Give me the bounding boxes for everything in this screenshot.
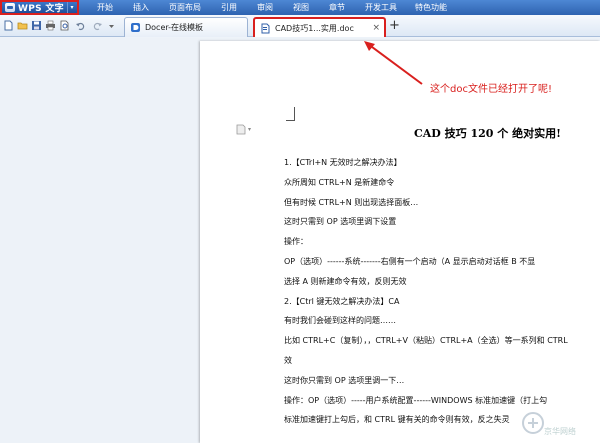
tab-docer-label: Docer-在线模板: [145, 23, 204, 32]
document-line: 2.【Ctrl 键无效之解决办法】CA: [284, 296, 400, 306]
annotation-text: 这个doc文件已经打开了呢!: [430, 84, 552, 95]
watermark-text: 京华网络: [544, 427, 576, 436]
wps-doc-icon: [261, 23, 270, 33]
docer-icon: [131, 23, 140, 32]
undo-icon[interactable]: [75, 20, 86, 31]
new-document-icon[interactable]: [3, 20, 14, 31]
document-page[interactable]: ▾ CAD 技巧 120 个 绝对实用! 1.【CTrl+N 无效时之解决办法】…: [200, 41, 600, 443]
save-icon[interactable]: [31, 20, 42, 31]
document-line: 1.【CTrl+N 无效时之解决办法】: [284, 158, 402, 167]
open-folder-icon[interactable]: [17, 20, 28, 31]
menu-item-home[interactable]: 开始: [97, 2, 113, 13]
menu-item-page-layout[interactable]: 页面布局: [169, 2, 201, 13]
print-preview-icon[interactable]: [59, 20, 70, 31]
document-body: 1.【CTrl+N 无效时之解决办法】 众所周知 CTRL+N 是新建命令 但有…: [284, 157, 600, 434]
paragraph-options-icon[interactable]: ▾: [236, 123, 252, 135]
document-line: 但有时候 CTRL+N 则出现选择面板…: [284, 197, 419, 207]
close-icon[interactable]: ×: [372, 23, 380, 33]
document-line: OP（选项）------系统-------右侧有一个启动（A 显示启动对话框 B…: [284, 256, 536, 266]
tab-document-label: CAD技巧1...实用.doc: [275, 23, 354, 33]
document-line: 众所周知 CTRL+N 是新建命令: [284, 177, 395, 187]
menu-items: 开始 插入 页面布局 引用 审阅 视图 章节 开发工具 特色功能: [86, 2, 447, 13]
paragraph-options-caret: ▾: [248, 125, 252, 133]
document-line: 这时你只需到 OP 选项里调一下…: [284, 375, 405, 385]
document-title: CAD 技巧 120 个 绝对实用!: [414, 127, 561, 140]
tab-docer[interactable]: Docer-在线模板: [124, 17, 248, 37]
app-menu-dropdown-icon[interactable]: ▾: [67, 2, 76, 13]
app-title: WPS 文字: [18, 4, 64, 14]
redo-icon[interactable]: [92, 20, 103, 31]
add-tab-icon[interactable]: +: [389, 18, 400, 33]
document-line: 这时只需到 OP 选项里调下设置: [284, 217, 397, 227]
document-workspace: ▾ CAD 技巧 120 个 绝对实用! 1.【CTrl+N 无效时之解决办法】…: [0, 38, 600, 443]
menu-item-features[interactable]: 特色功能: [415, 2, 447, 13]
margin-corner-mark: [286, 107, 295, 121]
document-line: 操作：: [284, 237, 308, 247]
document-line: 有时我们会碰到这样的问题……: [284, 316, 396, 326]
menu-bar: WPS 文字 ▾ 开始 插入 页面布局 引用 审阅 视图 章节 开发工具 特色功…: [0, 0, 600, 15]
menu-item-developer[interactable]: 开发工具: [365, 2, 397, 13]
menu-item-references[interactable]: 引用: [221, 2, 237, 13]
toolbar: Docer-在线模板 CAD技巧1...实用.doc × +: [0, 15, 600, 37]
wps-logo-icon: [5, 3, 15, 12]
quick-access-dropdown-icon[interactable]: [106, 20, 117, 31]
app-menu-button[interactable]: WPS 文字 ▾: [0, 0, 79, 15]
document-line: 选择 A 则新建命令有效，反则无效: [284, 276, 407, 286]
menu-item-section[interactable]: 章节: [329, 2, 345, 13]
document-line: 比如 CTRL+C（复制），，CTRL+V（粘贴）CTRL+A（全选）等一系列和…: [284, 336, 568, 346]
watermark: 京华网络: [520, 410, 598, 440]
tab-active-document[interactable]: CAD技巧1...实用.doc ×: [253, 17, 386, 37]
menu-item-review[interactable]: 审阅: [257, 2, 273, 13]
document-line: 效: [284, 355, 292, 365]
menu-item-insert[interactable]: 插入: [133, 2, 149, 13]
print-icon[interactable]: [45, 20, 56, 31]
menu-item-view[interactable]: 视图: [293, 2, 309, 13]
